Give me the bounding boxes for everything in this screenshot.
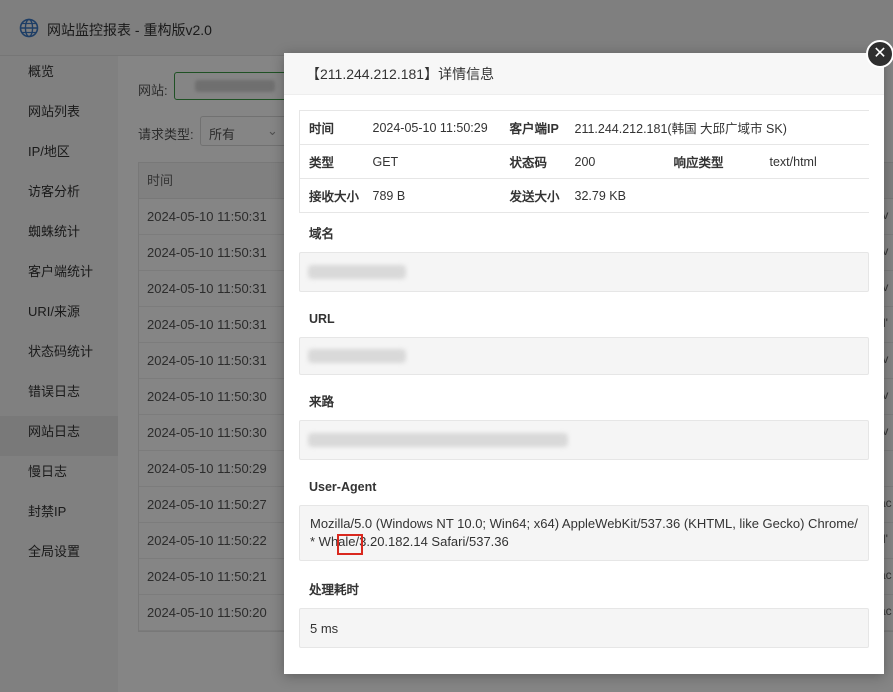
sent-size-label: 发送大小 xyxy=(500,178,566,213)
status-code-value: 200 xyxy=(565,144,665,179)
received-size-label: 接收大小 xyxy=(299,178,364,213)
domain-label: 域名 xyxy=(309,227,335,241)
user-agent-label: User-Agent xyxy=(309,480,377,494)
modal-title: 【211.244.212.181】详情信息 xyxy=(284,53,884,95)
highlight-box xyxy=(337,534,363,555)
url-label: URL xyxy=(309,312,335,326)
elapsed-time-field: 5 ms xyxy=(299,608,869,648)
blurred-url xyxy=(308,349,406,363)
request-info-table: 时间 2024-05-10 11:50:29 客户端IP 211.244.212… xyxy=(299,110,869,213)
time-label: 时间 xyxy=(299,110,364,145)
elapsed-time-value: 5 ms xyxy=(310,621,339,636)
type-label: 类型 xyxy=(299,144,364,179)
blurred-referer xyxy=(308,433,568,447)
referer-label: 来路 xyxy=(309,395,335,409)
time-value: 2024-05-10 11:50:29 xyxy=(363,110,501,145)
info-row-time: 时间 2024-05-10 11:50:29 客户端IP 211.244.212… xyxy=(299,110,869,145)
client-ip-value: 211.244.212.181(韩国 大邱广域市 SK) xyxy=(565,110,869,145)
info-row-size: 接收大小 789 B 发送大小 32.79 KB xyxy=(299,178,869,213)
type-value: GET xyxy=(363,144,501,179)
detail-modal: 【211.244.212.181】详情信息 时间 2024-05-10 11:5… xyxy=(284,53,884,674)
url-field xyxy=(299,337,869,375)
status-code-label: 状态码 xyxy=(500,144,566,179)
sent-size-value: 32.79 KB xyxy=(565,178,869,213)
response-type-value: text/html xyxy=(760,144,869,179)
user-agent-value: Mozilla/5.0 (Windows NT 10.0; Win64; x64… xyxy=(310,516,858,549)
user-agent-field: Mozilla/5.0 (Windows NT 10.0; Win64; x64… xyxy=(299,505,869,561)
modal-body: 时间 2024-05-10 11:50:29 客户端IP 211.244.212… xyxy=(299,110,869,660)
info-row-type: 类型 GET 状态码 200 响应类型 text/html xyxy=(299,144,869,179)
client-ip-label: 客户端IP xyxy=(500,110,566,145)
received-size-value: 789 B xyxy=(363,178,501,213)
response-type-label: 响应类型 xyxy=(664,144,761,179)
close-icon[interactable]: ✕ xyxy=(866,40,893,68)
blurred-domain xyxy=(308,265,406,279)
domain-field xyxy=(299,252,869,292)
referer-field xyxy=(299,420,869,460)
elapsed-time-label: 处理耗时 xyxy=(309,583,360,597)
